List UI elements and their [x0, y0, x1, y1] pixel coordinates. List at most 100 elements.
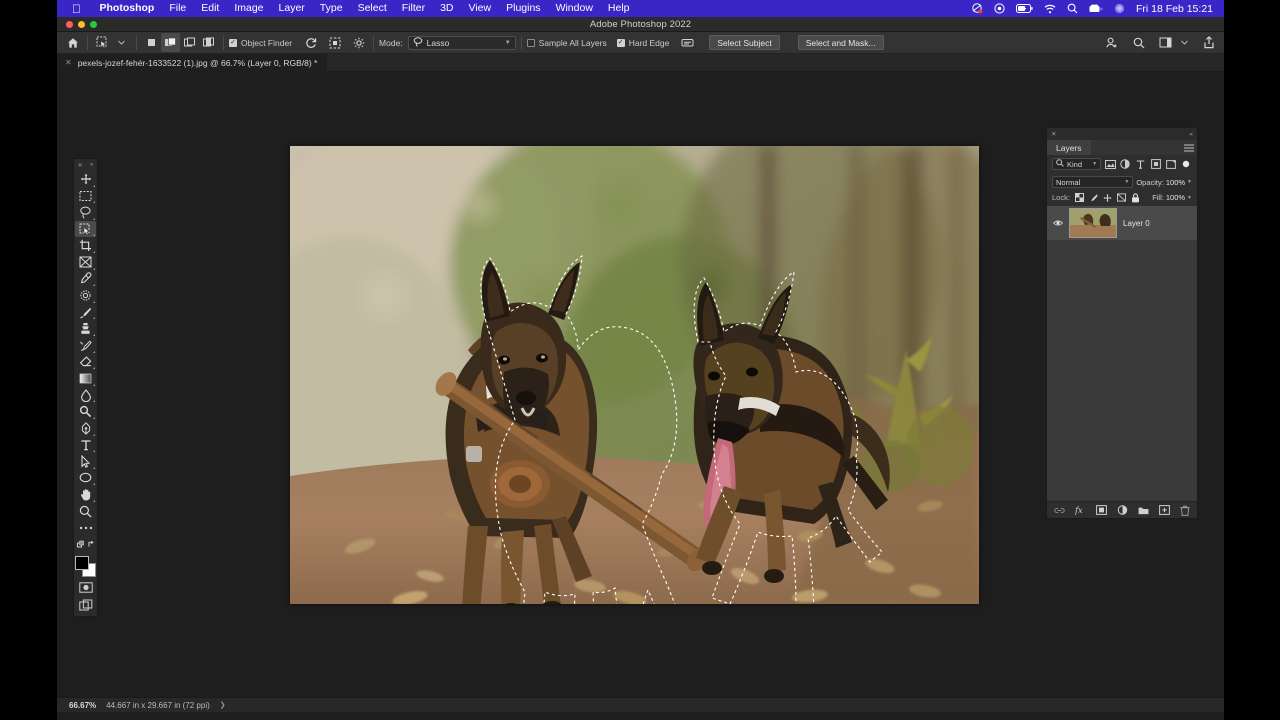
sample-all-layers-checkbox-box[interactable] [526, 38, 535, 47]
control-center-icon[interactable] [994, 3, 1005, 14]
zoom-level[interactable]: 66.67% [69, 701, 96, 710]
layer-name[interactable]: Layer 0 [1123, 219, 1150, 228]
tool-flyout-indicator[interactable] [93, 466, 95, 469]
new-layer-icon[interactable] [1158, 505, 1170, 516]
workspace-icon[interactable] [1156, 33, 1175, 52]
menu-item-3d[interactable]: 3D [433, 0, 461, 17]
wifi-icon[interactable] [1044, 4, 1056, 14]
intersect-selection-icon[interactable] [199, 33, 218, 52]
menu-item-help[interactable]: Help [600, 0, 637, 17]
gear-icon[interactable] [349, 33, 368, 52]
menu-item-view[interactable]: View [461, 0, 499, 17]
adjustment-layer-filter-icon[interactable] [1119, 158, 1131, 170]
menu-item-window[interactable]: Window [548, 0, 600, 17]
spotlight-search-icon[interactable] [1067, 3, 1078, 14]
sample-all-layers-checkbox[interactable]: Sample All Layers [526, 38, 607, 48]
new-group-icon[interactable] [1138, 505, 1149, 516]
mode-select[interactable]: Lasso ▼ [407, 35, 516, 50]
add-layer-mask-icon[interactable] [1095, 505, 1107, 516]
fill-value[interactable]: 100% [1166, 193, 1185, 202]
tool-flyout-indicator[interactable] [93, 317, 95, 320]
opacity-field[interactable]: Opacity: 100% ▼ [1136, 178, 1192, 187]
edit-toolbar-ellipsis[interactable] [75, 519, 96, 536]
menu-item-layer[interactable]: Layer [271, 0, 312, 17]
add-to-selection-icon[interactable] [161, 33, 180, 52]
menu-item-edit[interactable]: Edit [194, 0, 227, 17]
canvas-photo[interactable] [290, 146, 979, 604]
clone-stamp-tool[interactable] [75, 320, 96, 337]
search-icon[interactable] [1129, 33, 1148, 52]
show-all-objects-icon[interactable] [325, 33, 344, 52]
pen-tool[interactable] [75, 420, 96, 437]
new-adjustment-layer-icon[interactable] [1117, 505, 1128, 516]
tool-flyout-indicator[interactable] [93, 483, 95, 486]
default-colors-and-swap-icons[interactable] [75, 536, 96, 553]
crop-tool[interactable] [75, 237, 96, 254]
hard-edge-checkbox-box[interactable] [616, 38, 625, 47]
collapse-panel-icon[interactable]: « [1189, 131, 1193, 138]
tool-flyout-indicator[interactable] [93, 450, 95, 453]
filter-enable-toggle-icon[interactable] [1180, 158, 1192, 170]
move-tool[interactable] [75, 171, 96, 188]
panel-menu-icon[interactable] [1181, 140, 1197, 155]
close-icon[interactable]: ✕ [78, 162, 83, 169]
close-icon[interactable]: ✕ [65, 58, 72, 67]
share-export-icon[interactable] [1199, 33, 1218, 52]
chevron-down-icon[interactable]: ▼ [1187, 179, 1192, 185]
eye-icon[interactable] [1053, 219, 1063, 227]
zoom-tool[interactable] [75, 503, 96, 520]
object-selection-tool-icon[interactable] [93, 33, 112, 52]
layer-row[interactable]: Layer 0 [1047, 206, 1197, 240]
feedback-icon[interactable] [678, 33, 697, 52]
lock-transparent-pixels-icon[interactable] [1074, 193, 1084, 202]
close-icon[interactable]: ✕ [1051, 130, 1056, 138]
lock-image-pixels-icon[interactable] [1089, 193, 1098, 202]
history-brush-tool[interactable] [75, 337, 96, 354]
lock-artboard-nesting-icon[interactable] [1116, 193, 1126, 202]
refresh-icon[interactable] [301, 33, 320, 52]
tool-flyout-indicator[interactable] [93, 400, 95, 403]
pixel-layer-filter-icon[interactable] [1104, 158, 1116, 170]
menu-item-select[interactable]: Select [350, 0, 394, 17]
object-finder-checkbox[interactable]: Object Finder [229, 38, 292, 48]
select-subject-button[interactable]: Select Subject [709, 35, 780, 50]
chevron-down-icon[interactable] [1175, 33, 1194, 52]
menu-item-photoshop[interactable]: Photoshop [92, 0, 162, 17]
tool-flyout-indicator[interactable] [93, 184, 95, 187]
delete-layer-icon[interactable] [1180, 505, 1191, 516]
chevron-down-icon[interactable]: ▼ [505, 40, 511, 46]
tool-flyout-indicator[interactable] [93, 433, 95, 436]
shape-layer-filter-icon[interactable] [1150, 158, 1162, 170]
fill-field[interactable]: Fill: 100% ▼ [1152, 193, 1192, 202]
tool-flyout-indicator[interactable] [93, 201, 95, 204]
eyedropper-tool[interactable] [75, 271, 96, 288]
layers-list[interactable]: Layer 0 [1047, 206, 1197, 501]
color-swatches[interactable] [74, 555, 97, 578]
select-and-mask-button[interactable]: Select and Mask... [797, 35, 884, 50]
tool-flyout-indicator[interactable] [93, 499, 95, 502]
menu-item-type[interactable]: Type [312, 0, 350, 17]
foreground-color-swatch[interactable] [74, 555, 89, 570]
opacity-value[interactable]: 100% [1166, 178, 1185, 187]
frame-tool[interactable] [75, 254, 96, 271]
gradient-tool[interactable] [75, 370, 96, 387]
collapse-icon[interactable]: » [90, 162, 93, 168]
dodge-tool[interactable] [75, 403, 96, 420]
rectangular-marquee-tool[interactable] [75, 188, 96, 205]
apple-icon[interactable]:  [72, 3, 81, 15]
tool-flyout-indicator[interactable] [93, 250, 95, 253]
blend-mode-select[interactable]: Normal ▼ [1052, 176, 1134, 188]
lasso-tool[interactable] [75, 204, 96, 221]
hard-edge-checkbox[interactable]: Hard Edge [616, 38, 669, 48]
tool-flyout-indicator[interactable] [93, 350, 95, 353]
type-layer-filter-icon[interactable] [1134, 158, 1146, 170]
tool-flyout-indicator[interactable] [93, 333, 95, 336]
path-selection-tool[interactable] [75, 453, 96, 470]
share-user-icon[interactable] [1102, 33, 1121, 52]
tab-layers[interactable]: Layers [1047, 140, 1091, 155]
tool-flyout-indicator[interactable] [93, 383, 95, 386]
layer-kind-filter[interactable]: Kind ▼ [1052, 158, 1102, 170]
lock-all-icon[interactable] [1131, 192, 1140, 202]
tool-flyout-indicator[interactable] [93, 300, 95, 303]
layer-style-fx-icon[interactable]: fx [1075, 505, 1086, 516]
